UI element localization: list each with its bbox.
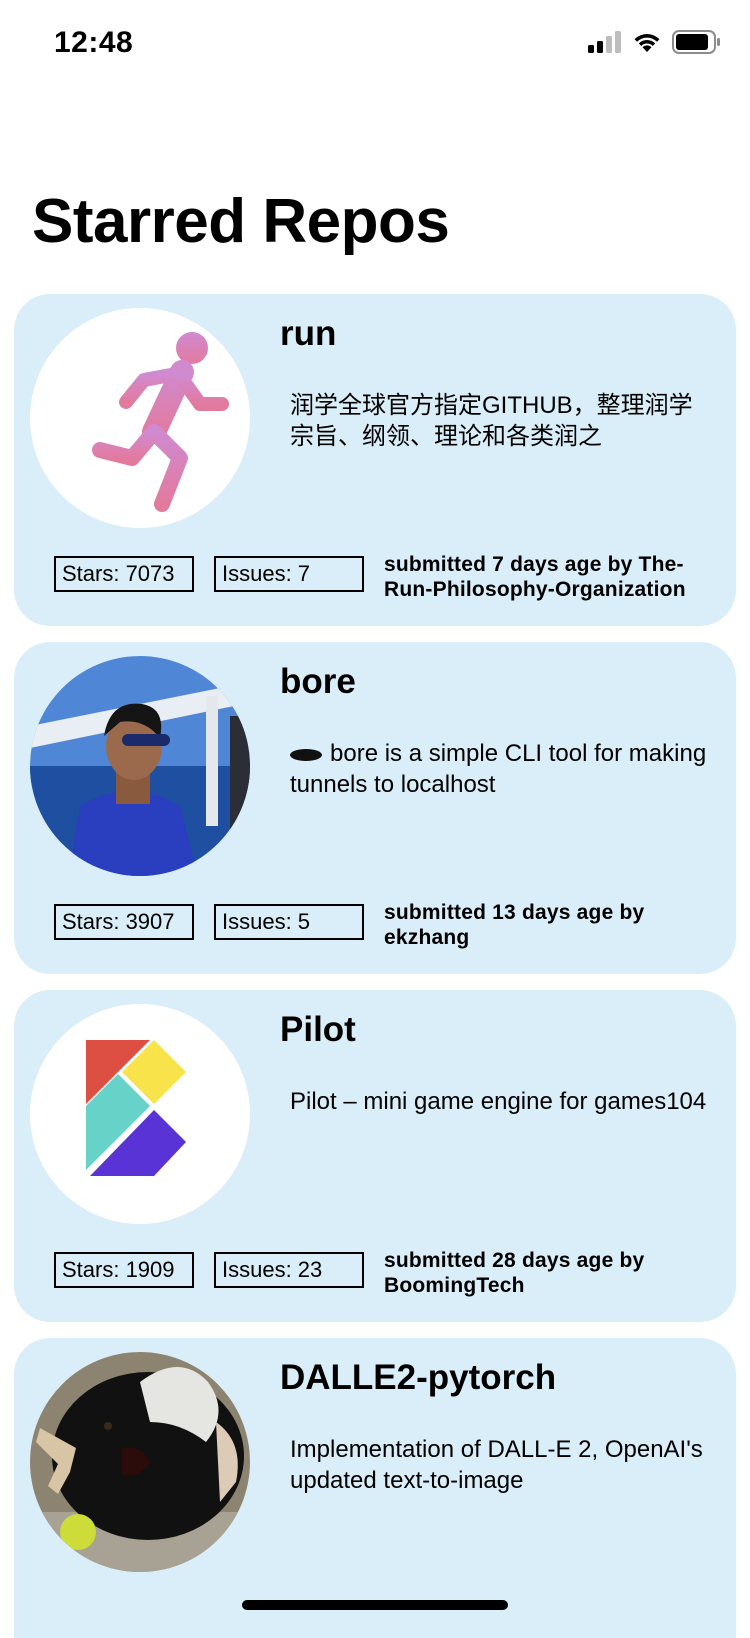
- dog-photo-avatar: [30, 1352, 250, 1572]
- page-title: Starred Repos: [32, 187, 450, 256]
- repo-card-pilot[interactable]: Pilot Pilot – mini game engine for games…: [14, 990, 736, 1322]
- repo-name: run: [280, 314, 337, 353]
- repo-avatar: [30, 656, 250, 876]
- repo-card-run[interactable]: run 润学全球官方指定GITHUB，整理润学宗旨、纲领、理论和各类润之 Sta…: [14, 294, 736, 626]
- wifi-icon: [634, 34, 660, 52]
- repo-card-bore[interactable]: bore bore is a simple CLI tool for makin…: [14, 642, 736, 974]
- status-bar: 12:48: [0, 0, 750, 90]
- issues-count: Issues: 23: [214, 1252, 364, 1288]
- status-time: 12:48: [54, 26, 134, 59]
- stars-count: Stars: 3907: [54, 904, 194, 940]
- submitted-info: submitted 7 days age by The-Run-Philosop…: [384, 553, 686, 601]
- repo-description: bore is a simple CLI tool for making tun…: [290, 738, 710, 800]
- home-indicator[interactable]: [242, 1600, 508, 1610]
- hole-emoji: [290, 748, 322, 761]
- repo-name: Pilot: [280, 1010, 356, 1049]
- booming-tech-logo-icon: [86, 1040, 186, 1176]
- repo-avatar: [30, 1004, 250, 1224]
- repo-description-text: bore is a simple CLI tool for making tun…: [290, 740, 707, 798]
- repo-name: bore: [280, 662, 356, 701]
- repo-card-dalle2-pytorch[interactable]: DALLE2-pytorch Implementation of DALL-E …: [14, 1338, 736, 1638]
- user-photo-avatar: [30, 656, 250, 876]
- stars-count: Stars: 1909: [54, 1252, 194, 1288]
- submitted-info: submitted 28 days age by BoomingTech: [384, 1249, 645, 1297]
- repo-avatar: [30, 1352, 250, 1572]
- repo-avatar: [30, 308, 250, 528]
- running-man-icon: [37, 332, 229, 512]
- stars-count: Stars: 7073: [54, 556, 194, 592]
- submitted-info: submitted 13 days age by ekzhang: [384, 901, 645, 949]
- repo-name: DALLE2-pytorch: [280, 1358, 557, 1397]
- repo-description: 润学全球官方指定GITHUB，整理润学宗旨、纲领、理论和各类润之: [290, 392, 693, 450]
- repo-description: Pilot – mini game engine for games104: [290, 1088, 707, 1115]
- cellular-signal-icon: [588, 31, 621, 53]
- battery-icon: [672, 30, 720, 54]
- status-icons: [588, 30, 720, 54]
- repo-description: Implementation of DALL-E 2, OpenAI's upd…: [290, 1436, 703, 1494]
- issues-count: Issues: 5: [214, 904, 364, 940]
- issues-count: Issues: 7: [214, 556, 364, 592]
